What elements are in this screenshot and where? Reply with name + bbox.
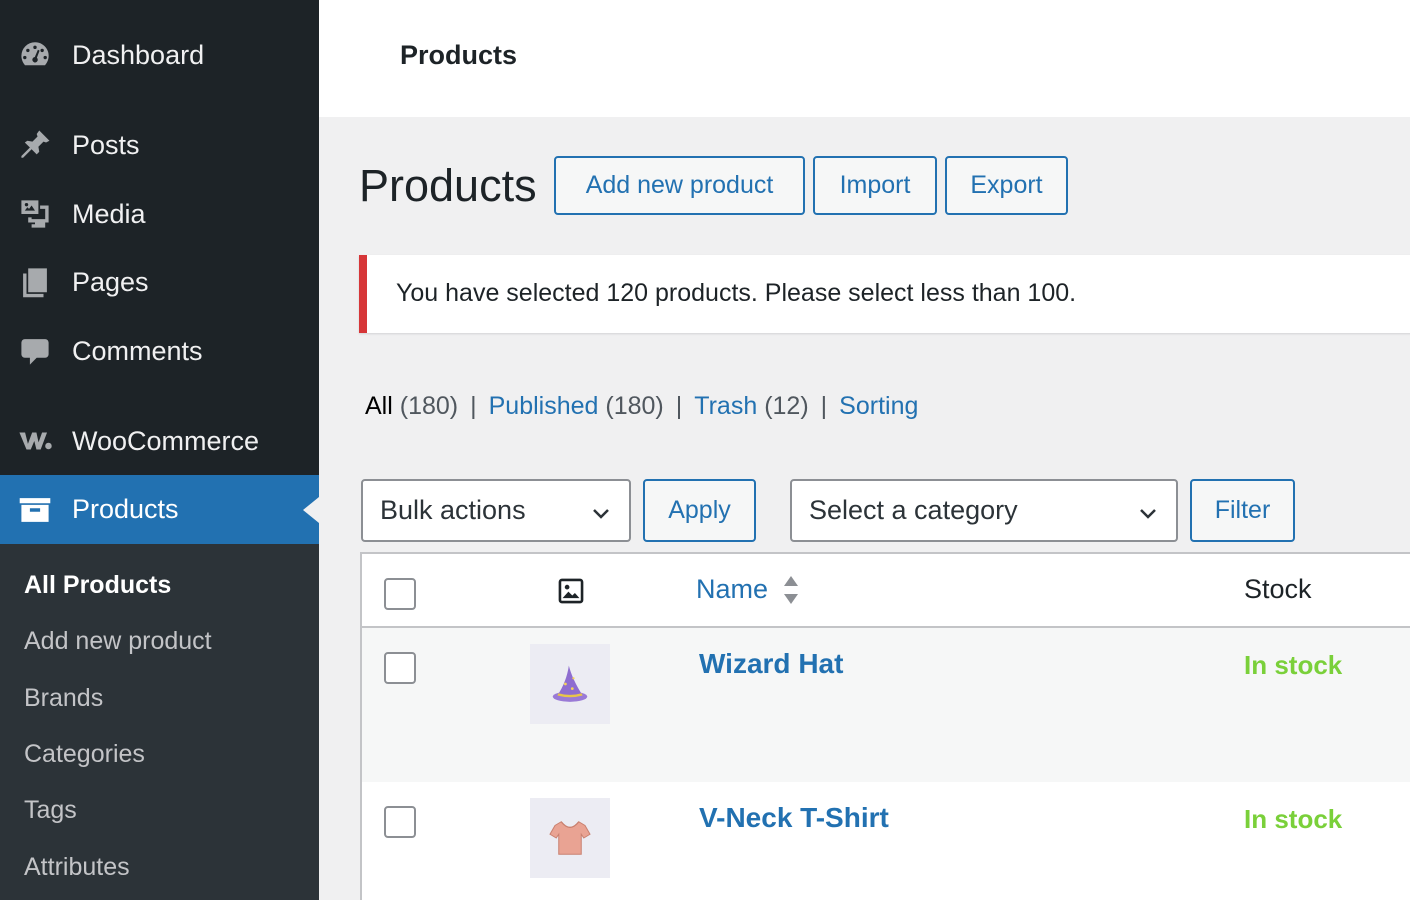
woocommerce-icon — [17, 423, 53, 459]
tshirt-icon — [549, 821, 591, 855]
view-all-link[interactable]: All — [365, 392, 393, 420]
error-notice: You have selected 120 products. Please s… — [359, 255, 1410, 333]
view-all-count: (180) — [399, 392, 459, 420]
row-checkbox[interactable] — [384, 806, 416, 838]
page-title: Products — [359, 160, 537, 211]
menu-item-woocommerce[interactable]: WooCommerce — [0, 410, 319, 472]
media-icon — [17, 196, 53, 232]
view-trash-count: (12) — [764, 392, 809, 420]
top-header-bar: Products — [319, 0, 1410, 117]
topbar-title: Products — [400, 40, 518, 70]
chevron-down-icon — [593, 509, 609, 519]
view-trash-link[interactable]: Trash — [694, 392, 757, 420]
wizard-hat-icon — [552, 665, 588, 702]
pages-icon — [17, 264, 53, 300]
sort-arrows-icon[interactable] — [782, 574, 800, 606]
table-row: V-Neck T-Shirt In stock — [362, 782, 1410, 900]
view-published-count: (180) — [605, 392, 664, 420]
notice-message: You have selected 120 products. Please s… — [396, 279, 1077, 307]
admin-sidebar: Dashboard Posts Media Pages Comments Woo… — [0, 0, 319, 900]
status-filter-links: All (180) | Published (180) | Trash (12) | Sor… — [365, 392, 918, 421]
submenu-attributes[interactable]: Attributes — [24, 853, 130, 882]
image-icon — [558, 578, 584, 604]
menu-item-posts[interactable]: Posts — [0, 114, 319, 176]
menu-item-comments[interactable]: Comments — [0, 320, 319, 382]
menu-item-label: Pages — [72, 266, 149, 297]
wizard-hat-thumbnail[interactable] — [530, 644, 610, 724]
tshirt-thumbnail[interactable] — [530, 798, 610, 878]
product-name-link[interactable]: V-Neck T-Shirt — [699, 802, 889, 834]
menu-item-label: Media — [72, 198, 146, 229]
bulk-actions-value: Bulk actions — [380, 495, 526, 525]
menu-item-label: Dashboard — [72, 39, 205, 70]
add-new-product-button[interactable]: Add new product — [554, 156, 805, 215]
column-stock-header: Stock — [1244, 574, 1312, 604]
column-name-header[interactable]: Name — [696, 574, 768, 605]
menu-item-label: WooCommerce — [72, 425, 260, 456]
chevron-down-icon — [1140, 509, 1156, 519]
submenu-add-new-product[interactable]: Add new product — [24, 627, 212, 656]
products-submenu: All Products Add new product Brands Cate… — [0, 544, 319, 900]
menu-item-label: Products — [72, 494, 179, 524]
product-name-link[interactable]: Wizard Hat — [699, 648, 843, 680]
menu-item-label: Comments — [72, 335, 203, 366]
separator: | — [675, 392, 683, 420]
separator: | — [820, 392, 828, 420]
menu-item-products[interactable]: Products — [0, 475, 319, 544]
import-button[interactable]: Import — [813, 156, 937, 215]
submenu-brands[interactable]: Brands — [24, 684, 103, 713]
separator: | — [470, 392, 477, 420]
menu-item-pages[interactable]: Pages — [0, 251, 319, 313]
view-published-link[interactable]: Published — [489, 392, 599, 420]
menu-item-media[interactable]: Media — [0, 183, 319, 245]
category-select[interactable]: Select a category — [790, 479, 1178, 542]
comment-icon — [17, 333, 53, 369]
pin-icon — [17, 127, 53, 163]
menu-item-dashboard[interactable]: Dashboard — [0, 24, 319, 86]
submenu-categories[interactable]: Categories — [24, 740, 145, 769]
select-all-checkbox[interactable] — [384, 578, 416, 610]
products-table: Name Stock Wizard Hat In stock V-Neck T-… — [360, 552, 1410, 900]
dashboard-icon — [17, 37, 53, 73]
submenu-tags[interactable]: Tags — [24, 796, 77, 825]
archive-icon — [17, 492, 53, 528]
bulk-actions-select[interactable]: Bulk actions — [361, 479, 631, 542]
apply-button[interactable]: Apply — [643, 479, 756, 542]
view-sorting-link[interactable]: Sorting — [839, 392, 918, 420]
row-checkbox[interactable] — [384, 652, 416, 684]
export-button[interactable]: Export — [945, 156, 1068, 215]
menu-item-label: Posts — [72, 129, 140, 160]
stock-status: In stock — [1244, 650, 1343, 680]
filter-button[interactable]: Filter — [1190, 479, 1295, 542]
stock-status: In stock — [1244, 804, 1343, 834]
table-header: Name Stock — [362, 554, 1410, 628]
table-row: Wizard Hat In stock — [362, 628, 1410, 782]
submenu-all-products[interactable]: All Products — [24, 571, 171, 600]
category-value: Select a category — [809, 495, 1018, 525]
